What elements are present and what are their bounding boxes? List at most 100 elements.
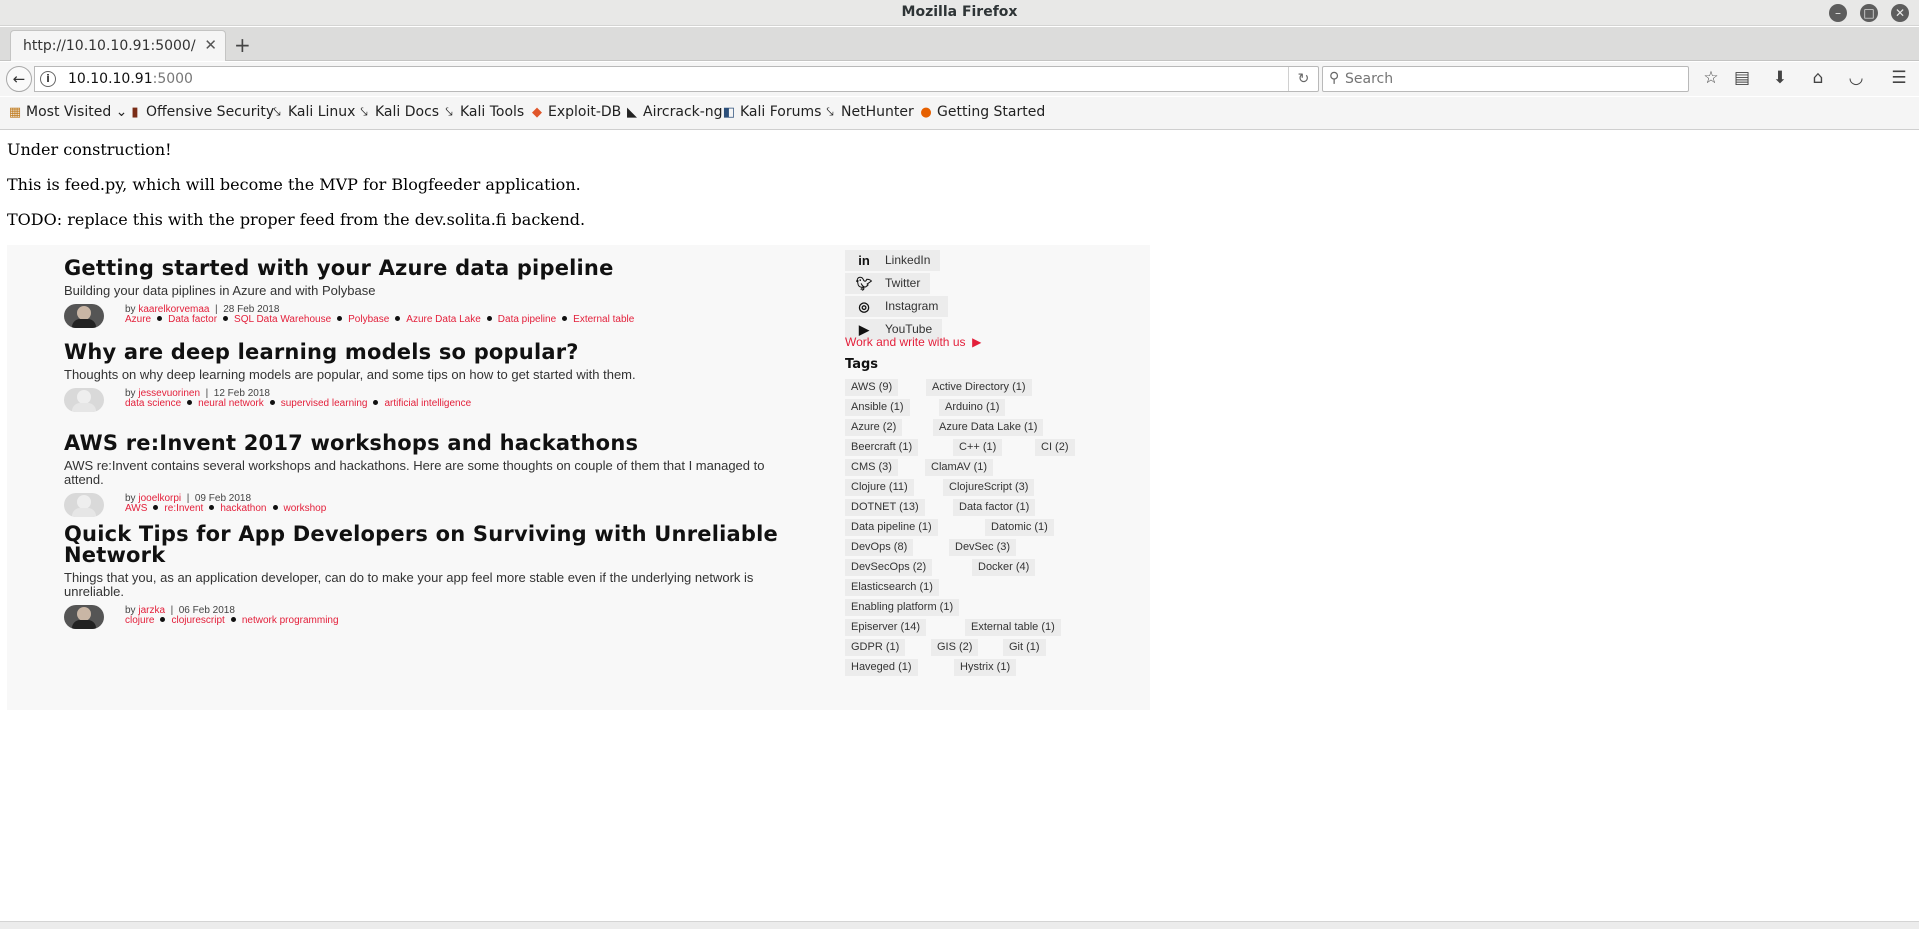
bookmark-label: Kali Forums [740,104,822,120]
aircrack-icon: ◣ [627,105,637,120]
bookmark-getting-started[interactable]: ● Getting Started [918,104,1045,120]
bookmark-label: Aircrack-ng [643,104,723,120]
tag-chip: C++ (1) [953,439,1003,456]
post-meta: by jarzka | 06 Feb 2018 clojure clojuresc… [64,605,804,635]
bookmark-label: Kali Linux [288,104,356,120]
social-linkedin: in LinkedIn [845,250,941,271]
social-instagram: ◎ Instagram [845,296,949,317]
tag-chip: GDPR (1) [845,639,906,656]
post-tag: External table [573,314,635,325]
post-tag: clojure [125,615,155,626]
search-bar[interactable]: ⚲ [1322,66,1689,92]
post-tag: data science [125,398,182,409]
menu-hamburger-icon[interactable]: ☰ [1888,68,1910,88]
tag-chip: DevOps (8) [845,539,914,556]
tag-chip: Active Directory (1) [926,379,1032,396]
post-tags: data science neural network supervised lea… [125,399,805,409]
window-titlebar: Mozilla Firefox – □ ✕ [0,0,1919,26]
back-arrow-icon[interactable]: ← [6,66,32,92]
tab-close-icon[interactable]: ✕ [204,36,217,54]
address-url[interactable]: 10.10.10.91:5000 [68,71,193,87]
bookmark-offensive-security[interactable]: ▮ Offensive Security [127,104,274,120]
post-tag: Polybase [348,314,390,325]
post-tag: AWS [125,503,148,514]
tab-active[interactable]: http://10.10.10.91:5000/ ✕ [10,30,226,61]
search-input[interactable] [1345,70,1675,88]
post-tag: Data factor [168,314,218,325]
bookmark-kali-docs[interactable]: ⤥ Kali Docs [356,104,439,120]
bookmark-exploit-db[interactable]: ◆ Exploit-DB [529,104,621,120]
tag-chip: Elasticsearch (1) [845,579,939,596]
linkedin-icon: in [858,253,870,268]
tab-strip: http://10.10.10.91:5000/ ✕ + [0,27,1919,61]
minimize-icon[interactable]: – [1829,4,1847,22]
downloads-icon[interactable]: ⬇ [1769,68,1791,88]
maximize-icon[interactable]: □ [1860,4,1878,22]
reader-list-icon[interactable]: ▤ [1731,68,1753,88]
reload-icon[interactable]: ↻ [1288,67,1318,91]
social-label: YouTube [885,322,933,336]
bookmark-label: Kali Tools [460,104,525,120]
post-tag: re:Invent [164,503,204,514]
bookmark-most-visited[interactable]: ▦ Most Visited ⌄ [7,104,128,120]
post-tag: hackathon [220,503,267,514]
tag-chip: External table (1) [965,619,1061,636]
tag-chip: Azure Data Lake (1) [933,419,1044,436]
bookmark-label: NetHunter [841,104,914,120]
instagram-icon: ◎ [858,299,870,314]
address-bar[interactable]: i 10.10.10.91:5000 ↻ [34,66,1319,92]
page-line-1: Under construction! [7,140,172,159]
bookmark-star-icon[interactable]: ☆ [1700,68,1722,88]
bookmark-nethunter[interactable]: ⤥ NetHunter [822,104,914,120]
post-tag: clojurescript [171,615,225,626]
post-tags: AWS re:Invent hackathon workshop [125,504,805,514]
social-label: Instagram [885,299,939,313]
twitter-icon: 🐦︎ [855,276,873,291]
bookmark-kali-tools[interactable]: ⤥ Kali Tools [441,104,524,120]
tag-chip: Datomic (1) [985,519,1054,536]
bookmark-aircrack-ng[interactable]: ◣ Aircrack-ng [624,104,723,120]
home-icon[interactable]: ⌂ [1807,68,1829,88]
bookmark-kali-linux[interactable]: ⤥ Kali Linux [269,104,355,120]
kali-icon: ⤥ [360,105,368,120]
site-info-icon[interactable]: i [40,71,56,87]
kali-icon: ⤥ [826,105,834,120]
most-visited-icon: ▦ [8,105,22,120]
feed-screenshot-image: Getting started with your Azure data pip… [7,245,1150,710]
pocket-icon[interactable]: ◡ [1845,68,1867,88]
forums-icon: ◧ [722,105,736,120]
tag-chip: CMS (3) [845,459,898,476]
tag-chip: Data factor (1) [953,499,1036,516]
arrow-right-icon: ▶ [972,335,982,349]
tag-chip: Data pipeline (1) [845,519,938,536]
new-tab-icon[interactable]: + [234,33,251,57]
chevron-down-icon: ⌄ [115,104,128,120]
post-tag: neural network [198,398,264,409]
post-tags: clojure clojurescript network programming [125,616,805,626]
bookmark-kali-forums[interactable]: ◧ Kali Forums [721,104,822,120]
feed-post: Quick Tips for App Developers on Survivi… [64,524,804,635]
post-tags: Azure Data factor SQL Data Warehouse Polyba… [125,315,805,325]
bookmark-label: Most Visited [26,104,112,120]
post-description: Things that you, as an application devel… [64,570,754,599]
tag-chip: Clojure (11) [845,479,914,496]
feed-post: AWS re:Invent 2017 workshops and hackath… [64,433,824,523]
post-description: AWS re:Invent contains several workshops… [64,458,765,487]
avatar [64,388,104,412]
address-port: :5000 [152,71,193,87]
close-window-icon[interactable]: ✕ [1891,4,1909,22]
post-title: Why are deep learning models so popular? [64,340,579,364]
avatar [64,304,104,328]
tag-chip: Git (1) [1003,639,1046,656]
tag-chip: Beercraft (1) [845,439,919,456]
kali-icon: ⤥ [445,105,453,120]
address-host: 10.10.10.91 [68,71,153,87]
post-title: Getting started with your Azure data pip… [64,256,614,280]
post-tag: Azure Data Lake [406,314,481,325]
tag-chip: CI (2) [1035,439,1075,456]
post-title: Quick Tips for App Developers on Survivi… [64,522,778,567]
post-title: AWS re:Invent 2017 workshops and hackath… [64,431,639,455]
tag-chip: ClamAV (1) [925,459,994,476]
exploit-db-icon: ◆ [532,105,542,120]
bookmark-label: Getting Started [937,104,1046,120]
